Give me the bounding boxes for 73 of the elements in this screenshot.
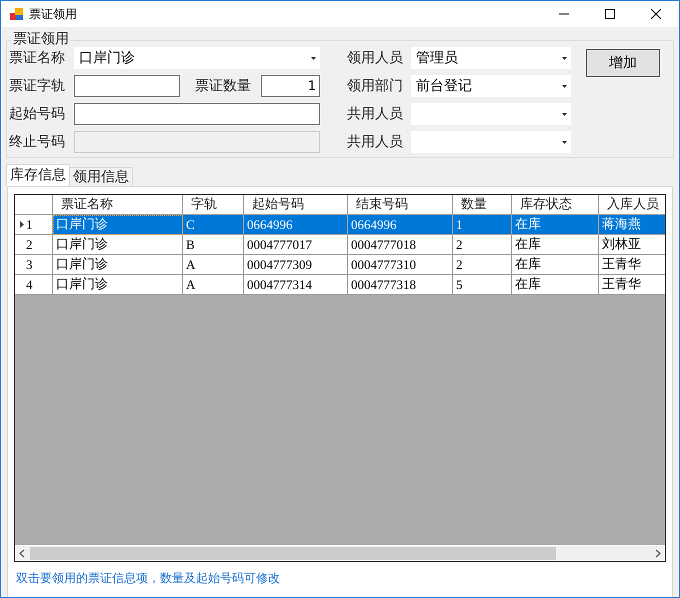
field-label: 票证字轨 — [9, 77, 66, 95]
table-cell: B — [183, 235, 244, 255]
table-cell: 刘林亚 — [599, 235, 665, 255]
table-cell: A — [183, 255, 244, 275]
table-cell: 0664996 — [244, 215, 348, 235]
table-cell: 口岸门诊 — [53, 215, 183, 235]
table-cell: A — [183, 275, 244, 295]
field-label: 票证数量 — [195, 77, 251, 95]
dropdown-field[interactable] — [411, 131, 571, 153]
column-header[interactable]: 字轨 — [183, 195, 244, 215]
column-header[interactable]: 票证名称 — [53, 195, 183, 215]
current-row-icon — [20, 221, 24, 228]
column-header[interactable]: 起始号码 — [244, 195, 348, 215]
add-button[interactable]: 增加 — [586, 49, 660, 77]
group-title: 票证领用 — [11, 30, 71, 48]
field-label: 共用人员 — [347, 105, 404, 123]
dropdown-field[interactable]: 管理员 — [411, 47, 571, 69]
close-icon[interactable] — [651, 9, 661, 19]
table-cell: 0004777310 — [348, 255, 453, 275]
table-cell: 在库 — [512, 235, 599, 255]
table-cell: 口岸门诊 — [53, 275, 183, 295]
field-label: 领用部门 — [347, 77, 404, 95]
table-cell: 在库 — [512, 215, 599, 235]
input-field[interactable]: 1 — [261, 75, 320, 97]
horizontal-scrollbar[interactable] — [15, 545, 665, 561]
table-cell: 0664996 — [348, 215, 453, 235]
dropdown-field[interactable]: 口岸门诊 — [74, 47, 320, 69]
dropdown-arrow-icon — [311, 56, 316, 60]
table-cell: 王青华 — [599, 275, 665, 295]
row-header[interactable]: 3 — [15, 255, 53, 275]
table-cell: 1 — [453, 215, 512, 235]
field-label: 起始号码 — [9, 105, 66, 123]
tab[interactable]: 领用信息 — [69, 167, 133, 186]
field-label: 共用人员 — [347, 133, 404, 151]
table-cell: 在库 — [512, 255, 599, 275]
dropdown-arrow-icon — [562, 140, 567, 144]
table-cell: 2 — [453, 255, 512, 275]
scrollbar-thumb[interactable] — [30, 547, 556, 560]
tab[interactable]: 库存信息 — [6, 164, 70, 186]
input-field[interactable] — [74, 103, 320, 125]
column-header[interactable]: 入库人员 — [599, 195, 665, 215]
field-label: 终止号码 — [9, 133, 66, 151]
row-header[interactable]: 1 — [15, 215, 53, 235]
column-header[interactable]: 库存状态 — [512, 195, 599, 215]
maximize-icon[interactable] — [605, 9, 615, 19]
row-header[interactable]: 2 — [15, 235, 53, 255]
window-title: 票证领用 — [29, 6, 78, 22]
column-header[interactable]: 数量 — [453, 195, 512, 215]
column-header[interactable]: 结束号码 — [348, 195, 453, 215]
table-cell: 王青华 — [599, 255, 665, 275]
table-cell: 在库 — [512, 275, 599, 295]
row-header[interactable]: 4 — [15, 275, 53, 295]
table-cell: 口岸门诊 — [53, 235, 183, 255]
table-cell: 0004777017 — [244, 235, 348, 255]
table-cell: 0004777309 — [244, 255, 348, 275]
app-icon — [10, 7, 24, 21]
input-field[interactable] — [74, 75, 180, 97]
table-cell: 0004777314 — [244, 275, 348, 295]
table-cell: 5 — [453, 275, 512, 295]
dropdown-arrow-icon — [562, 84, 567, 88]
table-cell: 2 — [453, 235, 512, 255]
field-label: 票证名称 — [9, 49, 66, 67]
dropdown-field[interactable]: 前台登记 — [411, 75, 571, 97]
dropdown-arrow-icon — [562, 56, 567, 60]
table-cell: C — [183, 215, 244, 235]
field-label: 领用人员 — [347, 49, 404, 67]
table-cell: 0004777018 — [348, 235, 453, 255]
hint-text: 双击要领用的票证信息项，数量及起始号码可修改 — [15, 570, 281, 587]
dropdown-field[interactable] — [411, 103, 571, 125]
dropdown-arrow-icon — [562, 112, 567, 116]
table-cell: 蒋海燕 — [599, 215, 665, 235]
table-cell: 0004777318 — [348, 275, 453, 295]
table-cell: 口岸门诊 — [53, 255, 183, 275]
